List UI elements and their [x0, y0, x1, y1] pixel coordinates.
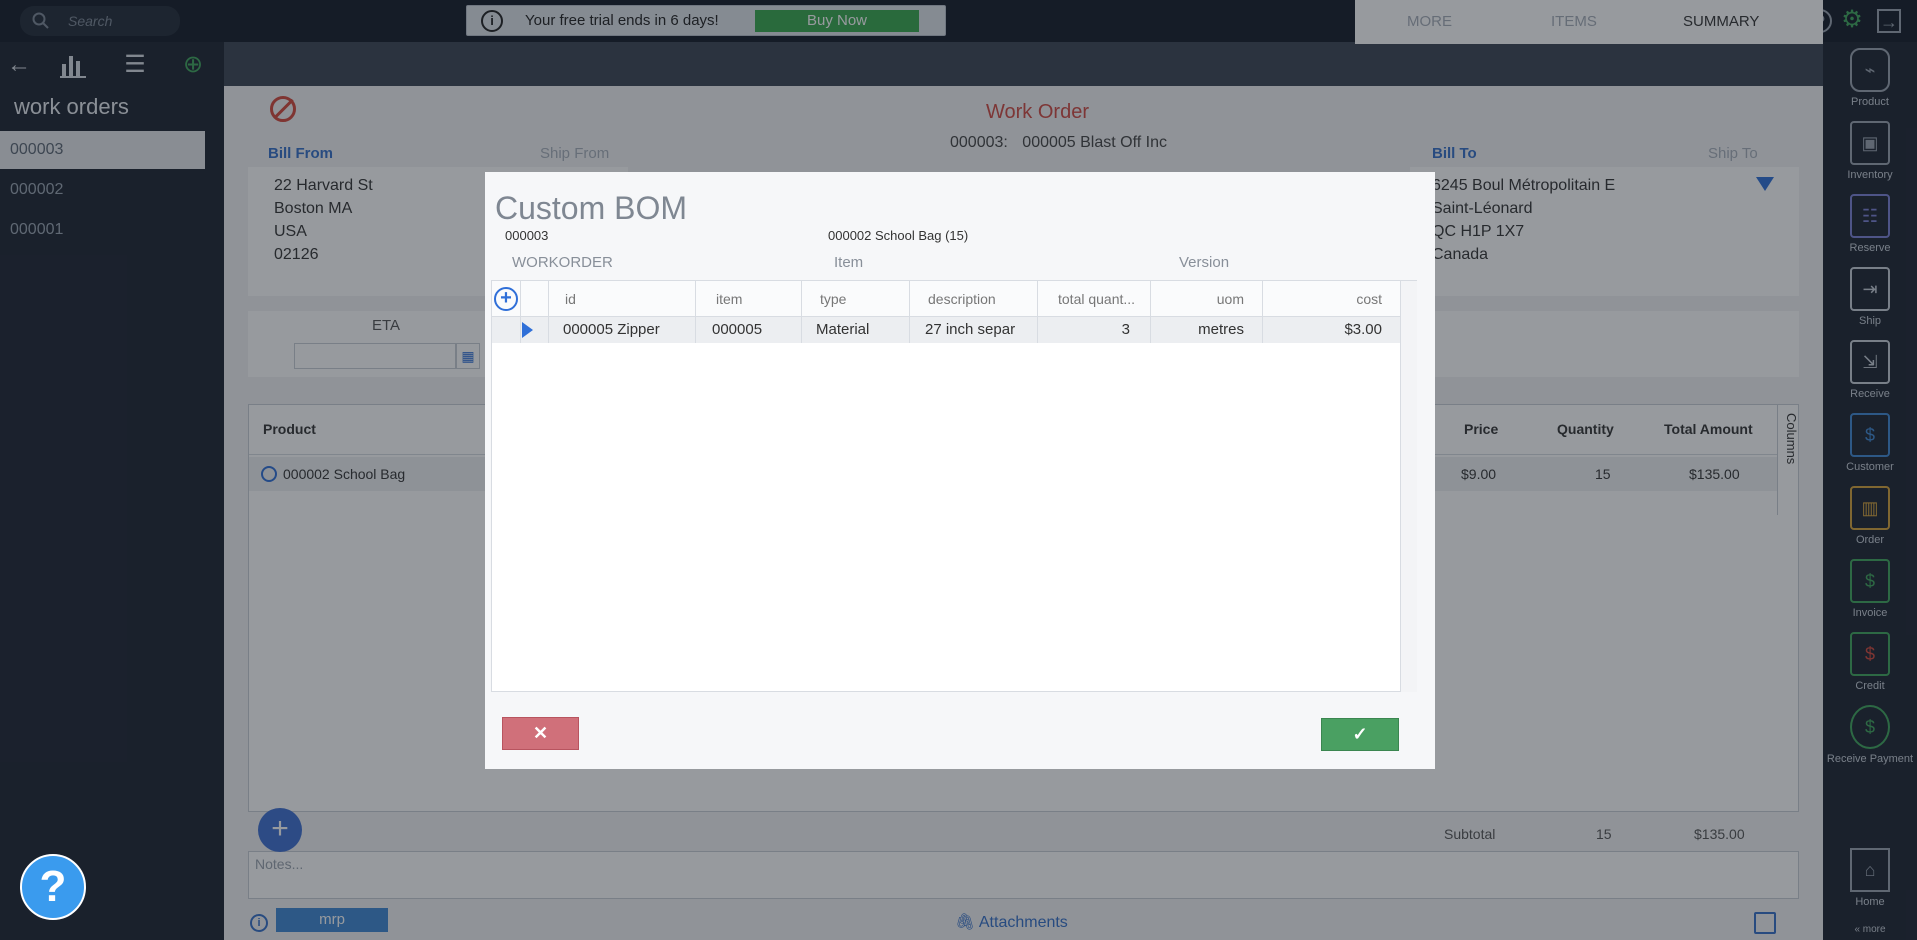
confirm-button[interactable]: ✓: [1321, 718, 1399, 751]
add-row-icon[interactable]: +: [494, 287, 518, 311]
cell-id[interactable]: 000005 Zipper: [548, 317, 695, 343]
item-header: Item: [834, 254, 864, 271]
item-value: 000002 School Bag (15): [828, 228, 969, 243]
column-header-id[interactable]: id: [548, 281, 695, 317]
cell-total-quantity[interactable]: 3: [1037, 317, 1150, 343]
help-button[interactable]: ?: [20, 854, 86, 920]
cell-description[interactable]: 27 inch separ: [909, 317, 1037, 343]
column-header-cost[interactable]: cost: [1262, 281, 1400, 317]
cell-cost[interactable]: $3.00: [1262, 317, 1400, 343]
vertical-scrollbar[interactable]: [1400, 281, 1417, 692]
cancel-button[interactable]: ✕: [502, 717, 579, 750]
row-handle-header: [520, 281, 548, 317]
bom-grid-header: + id item type description total quant..…: [492, 281, 1400, 317]
dialog-title: Custom BOM: [495, 190, 688, 226]
column-header-item[interactable]: item: [695, 281, 801, 317]
cell-type[interactable]: Material: [801, 317, 909, 343]
row-handle: [520, 317, 548, 343]
custom-bom-dialog: Custom BOM 000003 000002 School Bag (15)…: [485, 172, 1435, 769]
table-row[interactable]: 000005 Zipper 000005 Material 27 inch se…: [492, 317, 1400, 343]
column-header-type[interactable]: type: [801, 281, 909, 317]
column-header-description[interactable]: description: [909, 281, 1037, 317]
workorder-value: 000003: [505, 228, 549, 243]
column-header-total-quantity[interactable]: total quant...: [1037, 281, 1150, 317]
cell-uom[interactable]: metres: [1150, 317, 1262, 343]
workorder-header: WORKORDER: [512, 254, 613, 271]
bom-grid: + id item type description total quant..…: [491, 280, 1417, 692]
version-header: Version: [1179, 254, 1230, 271]
column-header-uom[interactable]: uom: [1150, 281, 1262, 317]
cell-item[interactable]: 000005: [695, 317, 801, 343]
